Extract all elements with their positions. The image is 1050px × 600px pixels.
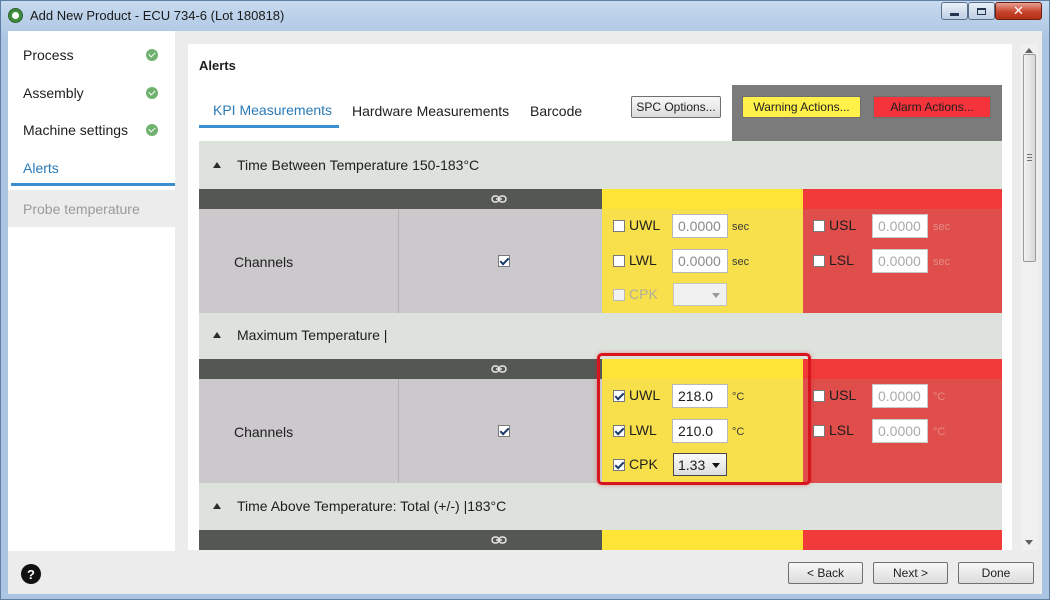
cpk-select (673, 283, 727, 306)
lsl-input[interactable]: 0.0000 (872, 249, 928, 273)
lwl-label: LWL (629, 252, 657, 268)
group-band (199, 530, 1002, 550)
sidebar-item-label: Process (23, 46, 74, 63)
group-header-time-between[interactable]: Time Between Temperature 150-183°C (199, 141, 1002, 189)
check-circle-icon (146, 86, 158, 99)
uwl-unit: sec (732, 221, 750, 233)
scroll-up-arrow-icon[interactable] (1025, 48, 1033, 53)
uwl-input[interactable]: 0.0000 (672, 214, 728, 238)
scroll-thumb[interactable] (1023, 54, 1036, 262)
spc-options-button[interactable]: SPC Options... (631, 96, 721, 118)
sidebar-item-label: Assembly (23, 84, 84, 101)
warning-actions-button[interactable]: Warning Actions... (742, 96, 861, 118)
tab-hardware-measurements[interactable]: Hardware Measurements (352, 103, 509, 119)
maximize-icon (977, 7, 986, 15)
lsl-unit: °C (933, 426, 946, 438)
check-circle-icon (146, 48, 158, 61)
usl-unit: °C (933, 391, 946, 403)
cpk-checkbox (613, 289, 625, 301)
active-tab-indicator (199, 125, 339, 128)
page-title: Alerts (199, 58, 236, 73)
link-icon[interactable] (491, 193, 507, 205)
group-title: Time Between Temperature 150-183°C (237, 157, 480, 173)
group-band (199, 189, 1002, 209)
sidebar-item-label: Machine settings (23, 121, 129, 138)
uwl-checkbox[interactable] (613, 220, 625, 232)
uwl-label: UWL (629, 217, 661, 233)
lsl-checkbox[interactable] (813, 425, 825, 437)
group-title: Maximum Temperature | (237, 327, 388, 343)
chevron-down-icon (712, 293, 720, 298)
highlight-box (597, 353, 811, 485)
vertical-scrollbar[interactable] (1021, 44, 1038, 550)
wizard-footer: ? < Back Next > Done (8, 551, 1042, 594)
title-bar[interactable]: Add New Product - ECU 734-6 (Lot 180818)… (1, 1, 1049, 31)
usl-input[interactable]: 0.0000 (872, 384, 928, 408)
minimize-icon (950, 12, 959, 16)
warning-limits: UWL 0.0000 sec LWL 0.0000 sec CPK (602, 209, 803, 313)
sidebar-item-process[interactable]: Process (8, 36, 175, 73)
done-button[interactable]: Done (958, 562, 1034, 584)
group-title: Time Above Temperature: Total (+/-) |183… (237, 498, 507, 514)
sidebar-item-probe-temperature: Probe temperature (8, 190, 175, 227)
cpk-label: CPK (629, 286, 658, 302)
lsl-label: LSL (829, 252, 854, 268)
table-row: Channels UWL 0.0000 sec LWL 0.0000 sec C… (199, 209, 1002, 313)
lsl-checkbox[interactable] (813, 255, 825, 267)
usl-checkbox[interactable] (813, 390, 825, 402)
lwl-input[interactable]: 0.0000 (672, 249, 728, 273)
usl-input[interactable]: 0.0000 (872, 214, 928, 238)
link-icon[interactable] (491, 363, 507, 375)
lwl-unit: sec (732, 256, 750, 268)
close-icon: ✕ (1013, 3, 1024, 19)
actions-header: Warning Actions... Alarm Actions... (732, 85, 1002, 141)
usl-unit: sec (933, 221, 951, 233)
app-icon (8, 8, 23, 23)
sidebar-item-label: Probe temperature (23, 200, 140, 217)
channels-label: Channels (234, 254, 294, 270)
group-header-maximum-temperature[interactable]: Maximum Temperature | (199, 311, 1002, 359)
sidebar-item-assembly[interactable]: Assembly (8, 74, 175, 111)
next-button[interactable]: Next > (873, 562, 948, 584)
lsl-input[interactable]: 0.0000 (872, 419, 928, 443)
group-header-time-above[interactable]: Time Above Temperature: Total (+/-) |183… (199, 482, 1002, 530)
alarm-limits: USL 0.0000 sec LSL 0.0000 sec (803, 209, 1002, 313)
back-button[interactable]: < Back (788, 562, 863, 584)
channels-checkbox[interactable] (498, 425, 510, 437)
minimize-button[interactable] (941, 2, 968, 20)
sidebar-item-alerts[interactable]: Alerts (8, 149, 175, 186)
lsl-unit: sec (933, 256, 951, 268)
kpi-content: Time Between Temperature 150-183°C Chann… (199, 141, 1002, 550)
active-item-indicator (11, 183, 175, 186)
help-icon[interactable]: ? (21, 564, 41, 584)
scroll-down-arrow-icon[interactable] (1025, 540, 1033, 545)
maximize-button[interactable] (968, 2, 995, 20)
lwl-checkbox[interactable] (613, 255, 625, 267)
lsl-label: LSL (829, 422, 854, 438)
window-title: Add New Product - ECU 734-6 (Lot 180818) (30, 8, 285, 23)
tab-barcode[interactable]: Barcode (530, 103, 582, 119)
channels-checkbox[interactable] (498, 255, 510, 267)
tab-kpi-measurements[interactable]: KPI Measurements (213, 102, 332, 118)
sidebar-item-label: Alerts (23, 159, 59, 176)
usl-label: USL (829, 387, 857, 403)
usl-label: USL (829, 217, 857, 233)
collapse-triangle-icon[interactable] (213, 162, 221, 168)
sidebar-item-machine-settings[interactable]: Machine settings (8, 111, 175, 148)
channels-label: Channels (234, 424, 294, 440)
collapse-triangle-icon[interactable] (213, 503, 221, 509)
collapse-triangle-icon[interactable] (213, 332, 221, 338)
close-button[interactable]: ✕ (995, 2, 1042, 20)
application-window: Add New Product - ECU 734-6 (Lot 180818)… (0, 0, 1050, 600)
alarm-limits: USL 0.0000 °C LSL 0.0000 °C (803, 379, 1002, 483)
check-circle-icon (146, 123, 158, 136)
link-icon[interactable] (491, 534, 507, 546)
wizard-sidebar: Process Assembly Machine settings Alerts… (8, 31, 175, 551)
alarm-actions-button[interactable]: Alarm Actions... (873, 96, 991, 118)
usl-checkbox[interactable] (813, 220, 825, 232)
